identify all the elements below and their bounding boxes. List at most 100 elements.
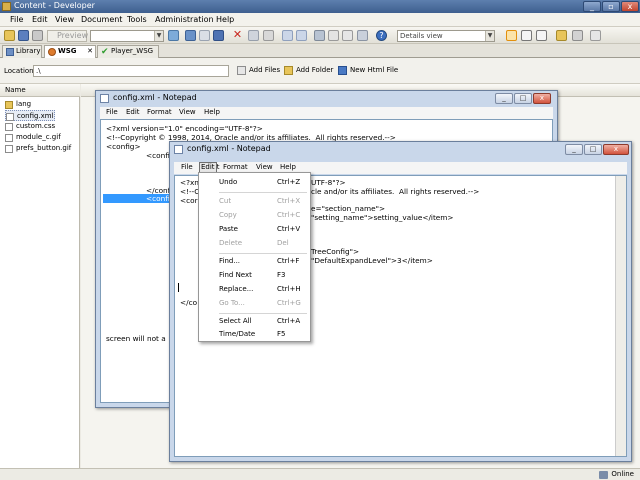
list-item[interactable]: config.xml (5, 110, 55, 121)
notepad-icon (174, 145, 183, 154)
cut-icon[interactable] (199, 30, 210, 41)
print-icon[interactable] (32, 30, 43, 41)
menu-view[interactable]: View (179, 108, 196, 116)
add-folder-button[interactable]: Add Folder (284, 66, 333, 75)
menu-item-delete[interactable]: Delete Del (201, 237, 308, 250)
open-icon[interactable] (4, 30, 15, 41)
menu-item-time-date[interactable]: Time/Date F5 (201, 328, 308, 341)
menu-file[interactable]: File (181, 163, 193, 171)
menu-edit[interactable]: Edit (126, 108, 140, 116)
menu-item-replace[interactable]: Replace... Ctrl+H (201, 283, 308, 296)
location-input[interactable]: .\ (33, 65, 229, 77)
file-list: Name lang config.xml custom.css module_c… (0, 84, 80, 468)
chevron-down-icon: ▼ (485, 31, 494, 41)
maximize-button[interactable]: □ (584, 144, 602, 155)
undo-icon[interactable] (282, 30, 293, 41)
notepad-icon (100, 94, 109, 103)
text-caret (178, 283, 179, 292)
copy-icon[interactable] (213, 30, 224, 41)
toolbar-combo[interactable]: ▼ (90, 30, 164, 42)
menu-file[interactable]: File (10, 15, 23, 24)
app-title: Content - Developer (14, 1, 95, 10)
properties-icon[interactable] (248, 30, 259, 41)
menu-help[interactable]: Help (280, 163, 296, 171)
menu-format[interactable]: Format (147, 108, 172, 116)
menu-administration[interactable]: Administration (155, 15, 214, 24)
image-icon[interactable] (185, 30, 196, 41)
menu-item-go-to[interactable]: Go To... Ctrl+G (201, 297, 308, 310)
checkmark-icon: ✔ (101, 47, 109, 57)
menu-item-cut[interactable]: Cut Ctrl+X (201, 195, 308, 208)
layout-single-icon[interactable] (506, 30, 517, 41)
name-column-header[interactable]: Name (0, 84, 80, 97)
find-icon[interactable] (314, 30, 325, 41)
app-title-bar: Content - Developer _ ▫ x (0, 0, 640, 13)
maximize-button[interactable]: ▫ (602, 1, 620, 12)
menu-format[interactable]: Format (223, 163, 248, 171)
tab-wsg[interactable]: WSG ✕ (44, 45, 96, 59)
notepad-back-title-bar: config.xml - Notepad (96, 91, 557, 107)
status-online: Online (599, 470, 634, 479)
new-html-icon (338, 66, 347, 75)
preview-button[interactable]: Preview (47, 30, 88, 42)
menu-item-find-next[interactable]: Find Next F3 (201, 269, 308, 282)
folder-icon[interactable] (556, 30, 567, 41)
menu-edit-active[interactable]: Edit (201, 163, 215, 171)
binoculars-icon[interactable] (342, 30, 353, 41)
new-html-file-button[interactable]: New Html File (338, 66, 398, 75)
close-tab-icon[interactable]: ✕ (87, 46, 93, 57)
redo-icon[interactable] (296, 30, 307, 41)
close-button[interactable]: x (533, 93, 551, 104)
menu-file[interactable]: File (106, 108, 118, 116)
menu-separator (219, 192, 307, 193)
minimize-button[interactable]: _ (565, 144, 583, 155)
list-item[interactable]: lang (5, 99, 31, 110)
list-item[interactable]: prefs_button.gif (5, 143, 71, 154)
list-item[interactable]: module_c.gif (5, 132, 61, 143)
menu-item-undo[interactable]: Undo Ctrl+Z (201, 176, 308, 189)
add-files-button[interactable]: Add Files (237, 66, 280, 75)
close-button[interactable]: x (603, 144, 629, 155)
close-button[interactable]: x (621, 1, 639, 12)
menu-item-copy[interactable]: Copy Ctrl+C (201, 209, 308, 222)
menu-bar: File Edit View Document Tools Administra… (0, 13, 640, 27)
menu-item-paste[interactable]: Paste Ctrl+V (201, 223, 308, 236)
help-icon[interactable]: ? (376, 30, 387, 41)
view-select[interactable]: Details view ▼ (397, 30, 495, 42)
folder-icon (5, 101, 13, 109)
file-icon (5, 134, 13, 142)
save-icon[interactable] (18, 30, 29, 41)
menu-edit[interactable]: Edit (32, 15, 48, 24)
status-bar: Online (0, 468, 640, 480)
maximize-button[interactable]: □ (514, 93, 532, 104)
tab-player-wsg[interactable]: ✔ Player_WSG (97, 45, 159, 58)
menu-view[interactable]: View (55, 15, 74, 24)
tab-library[interactable]: Library (2, 45, 42, 58)
layout-split-icon[interactable] (521, 30, 532, 41)
upload-icon[interactable] (590, 30, 601, 41)
notepad-back-menu: File Edit Format View Help (100, 107, 553, 119)
options-icon[interactable] (572, 30, 583, 41)
menu-item-select-all[interactable]: Select All Ctrl+A (201, 315, 308, 328)
settings-icon[interactable] (328, 30, 339, 41)
tab-strip: Library WSG ✕ ✔ Player_WSG (0, 44, 640, 59)
menu-tools[interactable]: Tools (127, 15, 147, 24)
spell-icon[interactable] (357, 30, 368, 41)
vertical-scrollbar[interactable] (615, 176, 626, 456)
menu-view[interactable]: View (256, 163, 273, 171)
menu-separator (219, 313, 307, 314)
menu-document[interactable]: Document (81, 15, 122, 24)
delete-icon[interactable]: ✕ (232, 29, 243, 41)
minimize-button[interactable]: _ (583, 1, 601, 12)
layout-columns-icon[interactable] (536, 30, 547, 41)
link-icon[interactable] (168, 30, 179, 41)
minimize-button[interactable]: _ (495, 93, 513, 104)
file-icon (5, 145, 13, 153)
list-item[interactable]: custom.css (5, 121, 55, 132)
location-label: Location: (4, 67, 36, 75)
refresh-icon[interactable] (263, 30, 274, 41)
menu-help[interactable]: Help (216, 15, 234, 24)
network-icon (599, 471, 609, 479)
menu-help[interactable]: Help (204, 108, 220, 116)
menu-item-find[interactable]: Find... Ctrl+F (201, 255, 308, 268)
